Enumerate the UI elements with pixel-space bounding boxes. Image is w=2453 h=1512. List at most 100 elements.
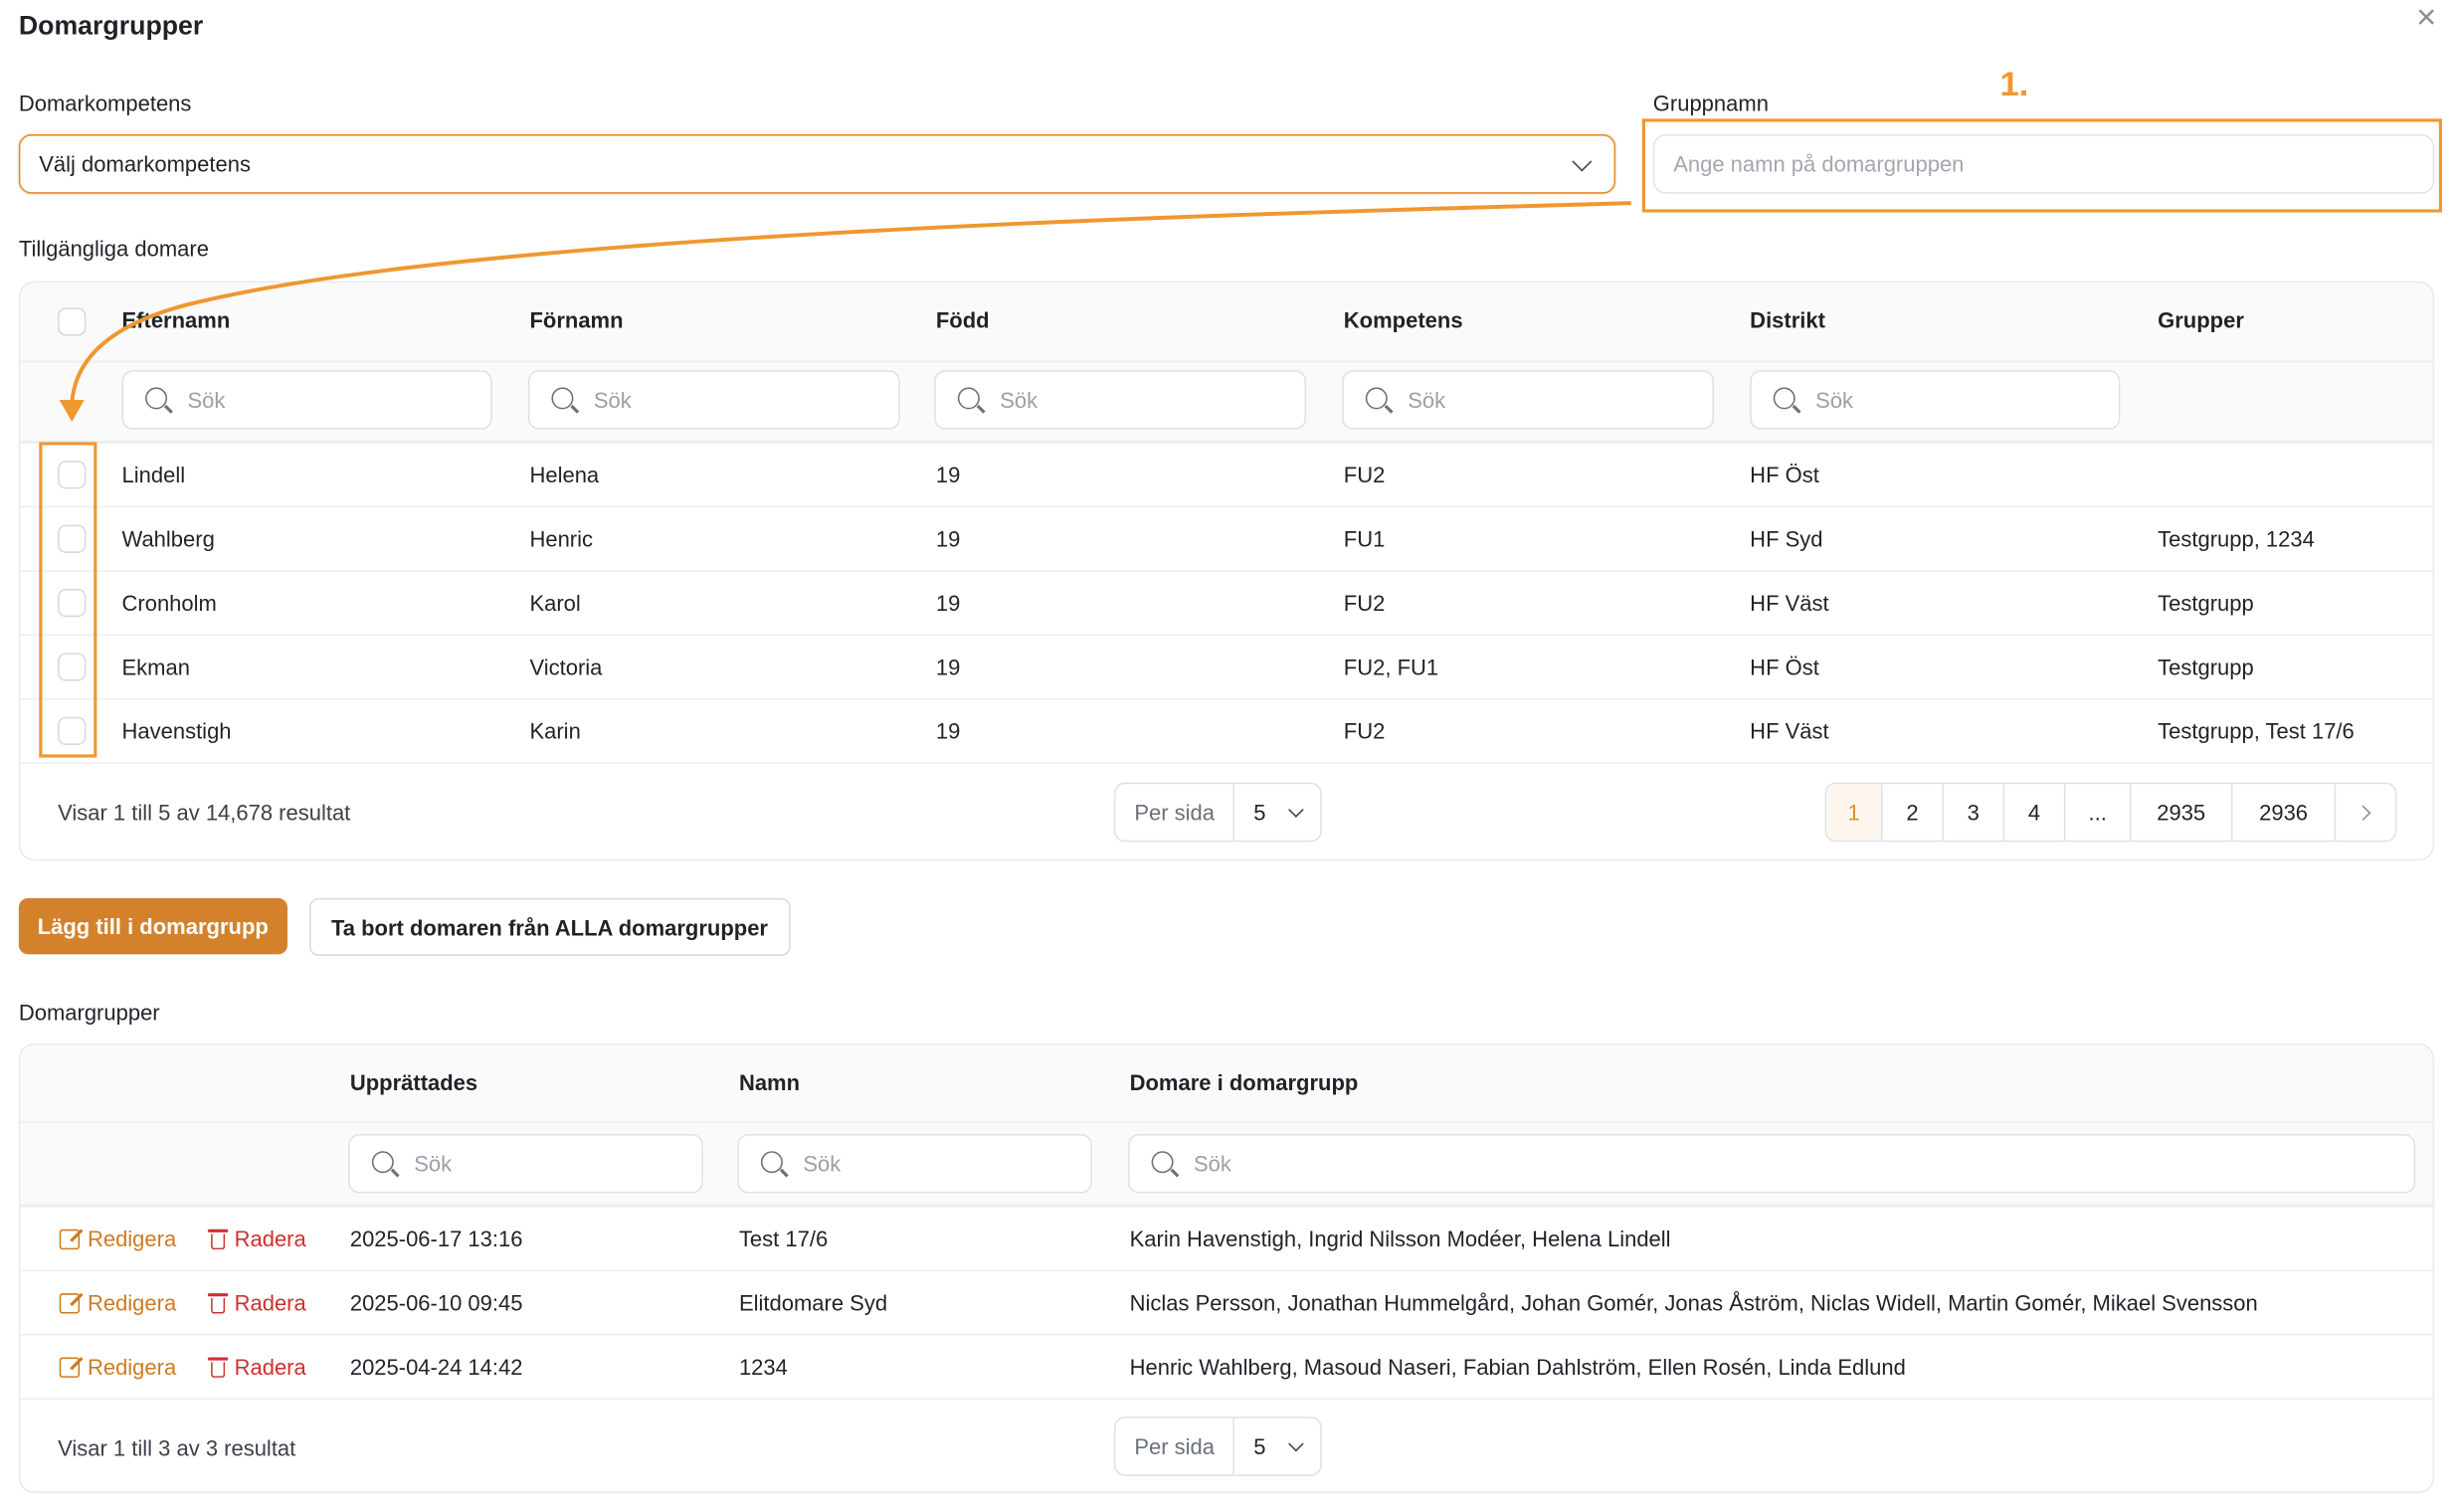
group-name-placeholder: Ange namn på domargruppen bbox=[1673, 151, 1965, 177]
divider bbox=[20, 360, 2433, 363]
cell-competence: FU2 bbox=[1343, 462, 1386, 487]
result-count: Visar 1 till 5 av 14,678 resultat bbox=[58, 799, 351, 826]
chevron-down-icon bbox=[1572, 150, 1593, 171]
column-header-lastname[interactable]: Efternamn bbox=[122, 307, 231, 332]
row-checkbox[interactable] bbox=[58, 461, 87, 489]
cell-born: 19 bbox=[935, 718, 961, 744]
cell-judges: Karin Havenstigh, Ingrid Nilsson Modéer,… bbox=[1129, 1226, 1671, 1251]
cell-name: Test 17/6 bbox=[738, 1226, 829, 1251]
cell-firstname: Karin bbox=[529, 718, 581, 744]
competence-label: Domarkompetens bbox=[18, 91, 192, 116]
per-page-label: Per sida bbox=[1115, 1418, 1235, 1475]
cell-competence: FU1 bbox=[1343, 526, 1386, 552]
row-checkbox[interactable] bbox=[58, 653, 87, 681]
delete-button[interactable]: Radera bbox=[207, 1354, 306, 1379]
row-checkbox[interactable] bbox=[58, 524, 87, 553]
cell-district: HF Öst bbox=[1750, 654, 1819, 680]
edit-icon bbox=[59, 1356, 81, 1378]
cell-created: 2025-06-10 09:45 bbox=[349, 1289, 523, 1316]
row-checkbox[interactable] bbox=[58, 588, 87, 618]
cell-born: 19 bbox=[935, 654, 961, 680]
column-header-firstname[interactable]: Förnamn bbox=[529, 307, 623, 332]
page-button-1[interactable]: 1 bbox=[1826, 784, 1883, 841]
delete-button[interactable]: Radera bbox=[207, 1290, 306, 1315]
edit-button[interactable]: Redigera bbox=[59, 1227, 177, 1251]
pagination: 1 2 3 4 ... 2935 2936 bbox=[1824, 782, 2397, 843]
column-header-groups[interactable]: Grupper bbox=[2158, 307, 2244, 332]
cell-competence: FU2 bbox=[1343, 718, 1386, 744]
column-header-name[interactable]: Namn bbox=[739, 1070, 800, 1095]
add-to-group-button[interactable]: Lägg till i domargrupp bbox=[18, 897, 287, 955]
trash-icon bbox=[207, 1228, 229, 1249]
page-button-2[interactable]: 2 bbox=[1883, 784, 1944, 841]
competence-select-value: Välj domarkompetens bbox=[39, 151, 251, 177]
group-name-input[interactable]: Ange namn på domargruppen bbox=[1652, 134, 2435, 194]
cell-groups: Testgrupp bbox=[2158, 654, 2254, 680]
cell-competence: FU2, FU1 bbox=[1343, 654, 1439, 680]
divider bbox=[20, 1269, 2433, 1272]
per-page-select[interactable]: Per sida 5 bbox=[1113, 1417, 1323, 1476]
search-input-firstname[interactable]: Sök bbox=[527, 370, 900, 430]
cell-firstname: Helena bbox=[529, 462, 600, 487]
search-input-district[interactable]: Sök bbox=[1750, 370, 2121, 430]
per-page-value: 5 bbox=[1253, 799, 1266, 826]
cell-groups: Testgrupp, Test 17/6 bbox=[2158, 718, 2355, 744]
cell-created: 2025-04-24 14:42 bbox=[349, 1354, 523, 1380]
cell-created: 2025-06-17 13:16 bbox=[349, 1226, 523, 1251]
search-input-name[interactable]: Sök bbox=[737, 1133, 1092, 1194]
close-icon[interactable]: × bbox=[2409, 0, 2444, 35]
search-input-judges[interactable]: Sök bbox=[1128, 1133, 2416, 1194]
column-header-created[interactable]: Upprättades bbox=[350, 1070, 477, 1095]
competence-select[interactable]: Välj domarkompetens bbox=[18, 134, 1616, 194]
available-judges-table: Efternamn Förnamn Född Kompetens Distrik… bbox=[18, 281, 2435, 861]
result-count: Visar 1 till 3 av 3 resultat bbox=[58, 1435, 296, 1461]
column-header-competence[interactable]: Kompetens bbox=[1344, 307, 1463, 332]
cell-lastname: Ekman bbox=[121, 654, 190, 680]
edit-label: Redigera bbox=[87, 1289, 177, 1316]
cell-firstname: Victoria bbox=[529, 654, 603, 680]
page-button-2935[interactable]: 2935 bbox=[2131, 784, 2233, 841]
delete-button[interactable]: Radera bbox=[207, 1226, 306, 1251]
cell-groups: Testgrupp bbox=[2158, 590, 2254, 616]
remove-from-all-groups-button[interactable]: Ta bort domaren från ALLA domargrupper bbox=[308, 897, 790, 956]
divider bbox=[20, 762, 2433, 764]
divider bbox=[20, 570, 2433, 572]
page-button-2936[interactable]: 2936 bbox=[2233, 784, 2337, 841]
cell-born: 19 bbox=[935, 590, 961, 616]
page-button-4[interactable]: 4 bbox=[2004, 784, 2066, 841]
search-placeholder: Sök bbox=[414, 1151, 453, 1177]
search-input-competence[interactable]: Sök bbox=[1342, 370, 1715, 430]
column-header-judges[interactable]: Domare i domargrupp bbox=[1130, 1070, 1359, 1095]
next-page-button[interactable] bbox=[2336, 784, 2395, 841]
divider bbox=[20, 1398, 2433, 1400]
select-all-checkbox[interactable] bbox=[58, 307, 87, 336]
cell-groups: Testgrupp, 1234 bbox=[2158, 526, 2315, 552]
cell-lastname: Lindell bbox=[121, 462, 186, 487]
search-icon bbox=[1365, 387, 1388, 410]
search-icon bbox=[145, 387, 168, 410]
search-icon bbox=[371, 1151, 394, 1174]
per-page-value: 5 bbox=[1253, 1433, 1266, 1459]
divider bbox=[20, 442, 2433, 444]
search-placeholder: Sök bbox=[1815, 387, 1854, 413]
search-icon bbox=[1773, 387, 1795, 410]
edit-button[interactable]: Redigera bbox=[59, 1354, 177, 1379]
step-marker: 1. bbox=[1999, 64, 2029, 103]
chevron-down-icon bbox=[1288, 1435, 1304, 1451]
groups-label: Domargrupper bbox=[18, 999, 160, 1026]
divider bbox=[20, 634, 2433, 637]
search-input-born[interactable]: Sök bbox=[934, 370, 1307, 430]
search-icon bbox=[760, 1151, 783, 1174]
column-header-district[interactable]: Distrikt bbox=[1750, 307, 1825, 332]
search-input-lastname[interactable]: Sök bbox=[121, 370, 492, 430]
divider bbox=[20, 1121, 2433, 1123]
row-checkbox[interactable] bbox=[58, 716, 87, 745]
search-input-created[interactable]: Sök bbox=[348, 1133, 703, 1194]
cell-born: 19 bbox=[935, 526, 961, 552]
delete-label: Radera bbox=[234, 1226, 306, 1251]
column-header-born[interactable]: Född bbox=[936, 307, 990, 332]
edit-button[interactable]: Redigera bbox=[59, 1289, 177, 1316]
page-button-3[interactable]: 3 bbox=[1944, 784, 2005, 841]
search-icon bbox=[957, 387, 980, 410]
per-page-select[interactable]: Per sida 5 bbox=[1113, 782, 1323, 843]
